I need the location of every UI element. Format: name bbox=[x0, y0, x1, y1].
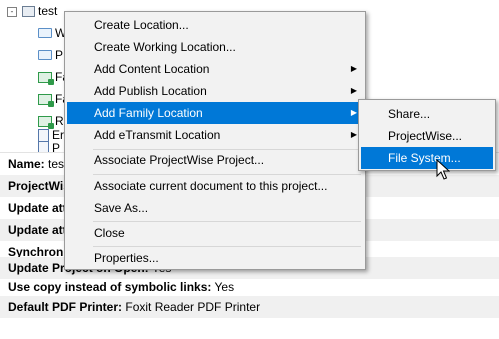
tree-item-label: P bbox=[55, 48, 64, 62]
property-row: Use copy instead of symbolic links: Yes bbox=[0, 276, 499, 298]
menu-item-label: Save As... bbox=[94, 201, 149, 215]
menu-item-add-family-location[interactable]: Add Family Location ▶ bbox=[67, 102, 363, 124]
submenu-arrow-icon: ▶ bbox=[350, 130, 357, 139]
tree-root-item[interactable]: test bbox=[22, 0, 57, 22]
tree-item[interactable]: W bbox=[38, 22, 66, 44]
menu-item-label: Add Content Location bbox=[94, 62, 210, 76]
menu-item-create-working-location[interactable]: Create Working Location... bbox=[67, 36, 363, 58]
context-menu: Create Location... Create Working Locati… bbox=[64, 11, 366, 270]
menu-item-label: Close bbox=[94, 226, 125, 240]
menu-item-label: Create Location... bbox=[94, 18, 189, 32]
menu-item-create-location[interactable]: Create Location... bbox=[67, 14, 363, 36]
menu-item-properties[interactable]: Properties... bbox=[67, 247, 363, 269]
property-value: Foxit Reader PDF Printer bbox=[125, 300, 261, 314]
tree-item[interactable]: P bbox=[38, 141, 60, 152]
family-location-icon bbox=[38, 93, 54, 107]
submenu-arrow-icon: ▶ bbox=[350, 86, 357, 95]
tree-item-label: P bbox=[52, 141, 61, 152]
menu-item-label: Add Publish Location bbox=[94, 84, 207, 98]
submenu-item-label: Share... bbox=[388, 107, 431, 121]
menu-item-add-publish-location[interactable]: Add Publish Location ▶ bbox=[67, 80, 363, 102]
menu-item-label: Associate current document to this proje… bbox=[94, 179, 328, 193]
submenu-arrow-icon: ▶ bbox=[350, 108, 357, 117]
project-icon bbox=[22, 5, 35, 17]
submenu-item-file-system[interactable]: File System... bbox=[361, 147, 493, 169]
tree-item[interactable]: P bbox=[38, 44, 63, 66]
menu-item-label: Associate ProjectWise Project... bbox=[94, 153, 265, 167]
submenu-arrow-icon: ▶ bbox=[350, 64, 357, 73]
property-label: Use copy instead of symbolic links: bbox=[8, 280, 212, 294]
tree-root-label: test bbox=[38, 4, 58, 18]
folder-icon bbox=[38, 28, 52, 38]
tree-item-label: Er bbox=[52, 128, 64, 142]
collapse-icon[interactable]: - bbox=[7, 7, 17, 17]
menu-item-save-as[interactable]: Save As... bbox=[67, 197, 363, 219]
submenu-item-label: ProjectWise... bbox=[388, 129, 463, 143]
mouse-cursor-icon bbox=[436, 159, 450, 180]
menu-item-close[interactable]: Close bbox=[67, 222, 363, 244]
menu-item-associate-current-document[interactable]: Associate current document to this proje… bbox=[67, 175, 363, 197]
menu-item-add-etransmit-location[interactable]: Add eTransmit Location ▶ bbox=[67, 124, 363, 146]
folder-icon bbox=[38, 50, 52, 60]
menu-item-label: Add Family Location bbox=[94, 106, 203, 120]
submenu-item-projectwise[interactable]: ProjectWise... bbox=[361, 125, 493, 147]
family-location-submenu: Share... ProjectWise... File System... bbox=[358, 99, 496, 171]
menu-item-add-content-location[interactable]: Add Content Location ▶ bbox=[67, 58, 363, 80]
document-icon bbox=[38, 128, 49, 142]
property-label: Name: bbox=[8, 157, 45, 171]
menu-item-label: Create Working Location... bbox=[94, 40, 236, 54]
property-label: Update att bbox=[8, 201, 67, 215]
family-location-icon bbox=[38, 71, 54, 85]
menu-item-label: Properties... bbox=[94, 251, 159, 265]
property-label: Update att bbox=[8, 223, 67, 237]
property-label: Default PDF Printer: bbox=[8, 300, 123, 314]
property-value: Yes bbox=[214, 280, 235, 294]
document-icon bbox=[38, 141, 49, 152]
property-row: Default PDF Printer: Foxit Reader PDF Pr… bbox=[0, 296, 499, 318]
submenu-item-share[interactable]: Share... bbox=[361, 103, 493, 125]
menu-item-associate-projectwise-project[interactable]: Associate ProjectWise Project... bbox=[67, 149, 363, 171]
property-label: ProjectWis bbox=[8, 179, 70, 193]
menu-item-label: Add eTransmit Location bbox=[94, 128, 221, 142]
